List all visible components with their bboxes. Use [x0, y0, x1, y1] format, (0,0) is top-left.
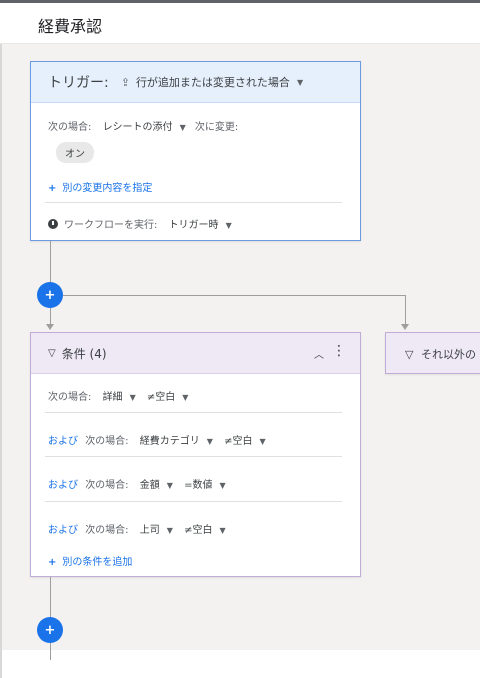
divider: [45, 501, 342, 502]
app-header: 経費承認: [0, 3, 480, 44]
chevron-down-icon[interactable]: ▼: [207, 437, 213, 446]
chevron-down-icon[interactable]: ▼: [180, 123, 186, 132]
left-edge: [0, 44, 2, 678]
condition-if-label: 次の場合:: [85, 525, 129, 536]
add-change-label[interactable]: 別の変更内容を指定: [62, 183, 152, 194]
condition-field-dropdown[interactable]: 詳細: [103, 392, 123, 403]
condition-field-dropdown[interactable]: 上司: [140, 525, 160, 536]
connector-line: [405, 295, 406, 325]
connector-line: [50, 241, 51, 285]
connector-line: [50, 308, 51, 325]
trigger-label: トリガー:: [48, 75, 109, 91]
run-when-dropdown[interactable]: トリガー時: [169, 220, 219, 231]
chevron-down-icon[interactable]: ▼: [130, 393, 136, 402]
divider: [45, 456, 342, 457]
add-condition-link[interactable]: + 別の条件を追加: [48, 553, 132, 568]
condition-operator-dropdown[interactable]: ≠空白: [224, 436, 252, 447]
add-step-button[interactable]: +: [37, 617, 63, 643]
condition-card[interactable]: ▽ 条件 (4) ︿ ⋮ 次の場合: 詳細 ▼ ≠空白 ▼ および 次の場合: 経費…: [30, 332, 361, 577]
chevron-down-icon[interactable]: ▼: [182, 393, 188, 402]
and-operator[interactable]: および: [48, 525, 78, 536]
plus-icon: +: [48, 557, 57, 568]
condition-if-label: 次の場合:: [85, 436, 129, 447]
else-branch-card[interactable]: ▽ それ以外の: [385, 332, 480, 374]
else-branch-title: それ以外の: [420, 348, 476, 361]
run-label: ワークフローを実行:: [64, 220, 158, 231]
if-field-dropdown[interactable]: レシートの添付: [103, 122, 173, 133]
filter-icon: ▽: [405, 348, 414, 361]
chevron-down-icon[interactable]: ▼: [226, 221, 232, 230]
trigger-type-dropdown[interactable]: 行が追加または変更された場合: [136, 74, 290, 90]
change-value-chip[interactable]: オン: [56, 142, 94, 163]
chevron-down-icon[interactable]: ▼: [167, 481, 173, 490]
arrow-down-icon: [46, 324, 54, 330]
condition-if-label: 次の場合:: [48, 392, 92, 403]
chevron-down-icon[interactable]: ▼: [259, 437, 265, 446]
divider: [45, 412, 342, 413]
condition-row: および 次の場合: 上司 ▼ ≠空白 ▼: [48, 521, 226, 536]
branch-line: [63, 295, 406, 296]
condition-if-label: 次の場合:: [85, 480, 129, 491]
condition-field-dropdown[interactable]: 経費カテゴリ: [140, 436, 200, 447]
and-operator[interactable]: および: [48, 480, 78, 491]
if-label: 次の場合:: [48, 122, 92, 133]
condition-row: および 次の場合: 金額 ▼ =数値 ▼: [48, 476, 226, 491]
condition-title: 条件 (4): [61, 346, 107, 361]
else-branch-title-row: ▽ それ以外の: [405, 346, 476, 362]
filter-icon: ▽: [48, 347, 56, 359]
divider: [45, 202, 342, 203]
condition-row: 次の場合: 詳細 ▼ ≠空白 ▼: [48, 388, 188, 403]
chevron-down-icon[interactable]: ▼: [297, 78, 303, 87]
bottom-strip: [0, 650, 480, 678]
connector-line: [50, 650, 51, 660]
arrow-down-icon: [401, 324, 409, 330]
collapse-icon[interactable]: ︿: [314, 346, 324, 361]
add-step-button[interactable]: +: [37, 282, 63, 308]
page-title: 経費承認: [38, 17, 103, 36]
clock-icon: [48, 219, 58, 229]
condition-operator-dropdown[interactable]: ≠空白: [147, 392, 175, 403]
condition-field-dropdown[interactable]: 金額: [140, 480, 160, 491]
trigger-if-row: 次の場合: レシートの添付 ▼ 次に変更:: [48, 118, 238, 133]
add-change-link[interactable]: + 別の変更内容を指定: [48, 179, 152, 194]
chevron-down-icon[interactable]: ▼: [219, 526, 225, 535]
trigger-card[interactable]: トリガー: ⇪ 行が追加または変更された場合 ▼ 次の場合: レシートの添付 ▼ …: [30, 61, 361, 241]
add-condition-label[interactable]: 別の条件を追加: [62, 557, 132, 568]
condition-operator-dropdown[interactable]: =数値: [184, 480, 212, 491]
run-row: ワークフローを実行: トリガー時 ▼: [48, 216, 232, 231]
upload-icon: ⇪: [120, 75, 130, 89]
more-vert-icon[interactable]: ⋮: [332, 343, 346, 359]
chevron-down-icon[interactable]: ▼: [219, 481, 225, 490]
and-operator[interactable]: および: [48, 436, 78, 447]
condition-header[interactable]: ▽ 条件 (4) ︿ ⋮: [31, 333, 360, 374]
condition-row: および 次の場合: 経費カテゴリ ▼ ≠空白 ▼: [48, 432, 266, 447]
change-label: 次に変更:: [194, 122, 239, 133]
condition-operator-dropdown[interactable]: ≠空白: [184, 525, 212, 536]
trigger-header[interactable]: トリガー: ⇪ 行が追加または変更された場合 ▼: [31, 62, 360, 103]
chevron-down-icon[interactable]: ▼: [167, 526, 173, 535]
plus-icon: +: [48, 183, 57, 194]
